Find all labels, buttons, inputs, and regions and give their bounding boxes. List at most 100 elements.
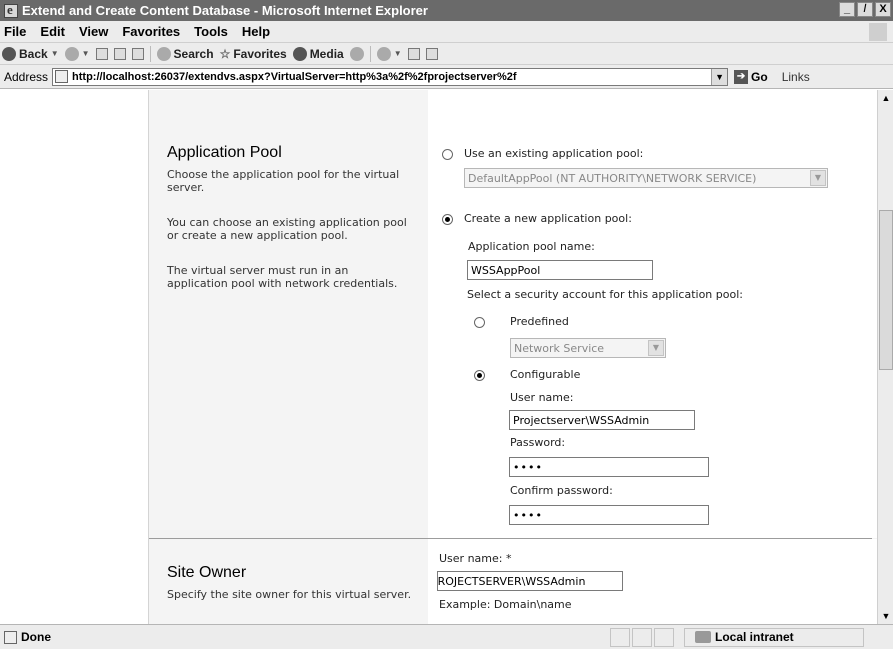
favorites-button[interactable]: ☆ Favorites [220,47,287,61]
app-pool-title: Application Pool [167,144,282,161]
chevron-down-icon: ▼ [81,49,90,58]
toolbar: Back ▼ ▼ Search ☆ Favorites Media ▼ [0,43,893,65]
scroll-down-icon[interactable]: ▼ [878,608,893,624]
home-icon[interactable] [131,47,144,60]
address-label: Address [4,69,49,84]
intranet-icon [695,631,711,643]
menu-view[interactable]: View [79,24,108,39]
user-name-input[interactable]: Projectserver\WSSAdmin [509,410,695,430]
security-account-label: Select a security account for this appli… [467,288,743,301]
scroll-thumb[interactable] [879,210,893,370]
page-content: Application Pool Choose the application … [0,90,877,624]
app-pool-desc-2: You can choose an existing application p… [167,216,407,242]
go-button[interactable]: ➔ Go [734,69,768,84]
existing-pool-value: DefaultAppPool (NT AUTHORITY\NETWORK SER… [468,171,757,185]
status-panel [654,627,674,647]
status-panel [610,627,630,647]
refresh-icon[interactable] [113,47,126,60]
media-button[interactable]: Media [292,46,344,61]
mail-button[interactable]: ▼ [376,46,402,61]
status-bar: Done Local intranet [0,624,893,649]
forward-button[interactable]: ▼ [64,46,90,61]
status-text: Done [21,630,51,644]
toolbar-divider [149,45,151,62]
owner-user-name-input[interactable]: PROJECTSERVER\WSSAdmin [437,571,623,591]
confirm-password-input[interactable]: •••• [509,505,709,525]
zone-label: Local intranet [715,630,794,644]
back-button[interactable]: Back ▼ [2,46,59,61]
maximize-button[interactable]: ̸ [857,2,873,17]
go-arrow-icon: ➔ [734,69,749,84]
media-label: Media [309,46,344,61]
owner-user-name-label: User name: * [439,552,512,565]
history-icon[interactable] [349,46,364,61]
forward-arrow-icon [64,46,79,61]
star-icon: ☆ [219,46,231,61]
search-icon [156,46,171,61]
chevron-down-icon[interactable]: ▼ [711,68,728,85]
use-existing-label: Use an existing application pool: [464,147,644,160]
menu-tools[interactable]: Tools [194,24,228,39]
menu-file[interactable]: File [4,24,26,39]
chevron-down-icon: ▼ [810,170,826,186]
predefined-radio[interactable] [474,317,485,328]
predefined-account-select[interactable]: Network Service ▼ [510,338,666,358]
ie-app-icon [4,2,18,18]
title-bar: Extend and Create Content Database - Mic… [0,0,893,21]
app-pool-desc-1: Choose the application pool for the virt… [167,168,400,194]
menu-edit[interactable]: Edit [40,24,65,39]
chevron-down-icon: ▼ [50,49,59,58]
media-icon [292,46,307,61]
search-button[interactable]: Search [156,46,214,61]
password-label: Password: [510,436,566,449]
predefined-label: Predefined [510,315,569,328]
menu-favorites[interactable]: Favorites [122,24,180,39]
configurable-radio[interactable] [474,370,485,381]
window-title: Extend and Create Content Database - Mic… [22,3,428,18]
use-existing-radio[interactable] [442,149,453,160]
go-label: Go [751,69,768,84]
close-button[interactable]: X [875,2,891,17]
site-owner-desc: Specify the site owner for this virtual … [167,588,412,601]
existing-pool-select[interactable]: DefaultAppPool (NT AUTHORITY\NETWORK SER… [464,168,828,188]
pool-name-input[interactable]: WSSAppPool [467,260,653,280]
create-new-label: Create a new application pool: [464,212,632,225]
confirm-password-label: Confirm password: [510,484,613,497]
minimize-button[interactable]: _ [839,2,855,17]
security-zone: Local intranet [684,627,864,647]
address-url: http://localhost:26037/extendvs.aspx?Vir… [72,70,517,83]
owner-user-name-value: PROJECTSERVER\WSSAdmin [437,574,586,588]
page-done-icon [4,630,17,644]
search-label: Search [173,46,214,61]
status-panel [632,627,652,647]
chevron-down-icon: ▼ [648,340,664,356]
scroll-up-icon[interactable]: ▲ [878,90,893,106]
page-icon [55,70,69,83]
owner-example-text: Example: Domain\name [439,598,572,611]
status-left: Done [0,630,610,644]
configurable-label: Configurable [510,368,581,381]
print-icon[interactable] [407,47,420,60]
back-label: Back [19,46,48,61]
menu-bar: File Edit View Favorites Tools Help [0,21,893,43]
toolbar-divider [369,45,371,62]
predefined-account-value: Network Service [514,341,605,355]
windows-logo-icon [869,23,887,41]
links-button[interactable]: Links [782,70,810,84]
section-divider [149,538,872,539]
vertical-scrollbar[interactable]: ▲ ▼ [877,90,893,624]
window-controls: _ ̸ X [839,2,891,17]
mail-icon [376,46,391,61]
pool-name-label: Application pool name: [468,240,595,253]
create-new-radio[interactable] [442,214,453,225]
edit-icon[interactable] [425,47,438,60]
app-pool-desc-3: The virtual server must run in an applic… [167,264,398,290]
password-input[interactable]: •••• [509,457,709,477]
stop-icon[interactable] [95,47,108,60]
favorites-label: Favorites [233,46,287,61]
menu-help[interactable]: Help [242,24,270,39]
back-arrow-icon [2,46,16,61]
address-bar: Address http://localhost:26037/extendvs.… [0,65,893,89]
address-input[interactable]: http://localhost:26037/extendvs.aspx?Vir… [52,67,729,86]
chevron-down-icon: ▼ [393,49,402,58]
